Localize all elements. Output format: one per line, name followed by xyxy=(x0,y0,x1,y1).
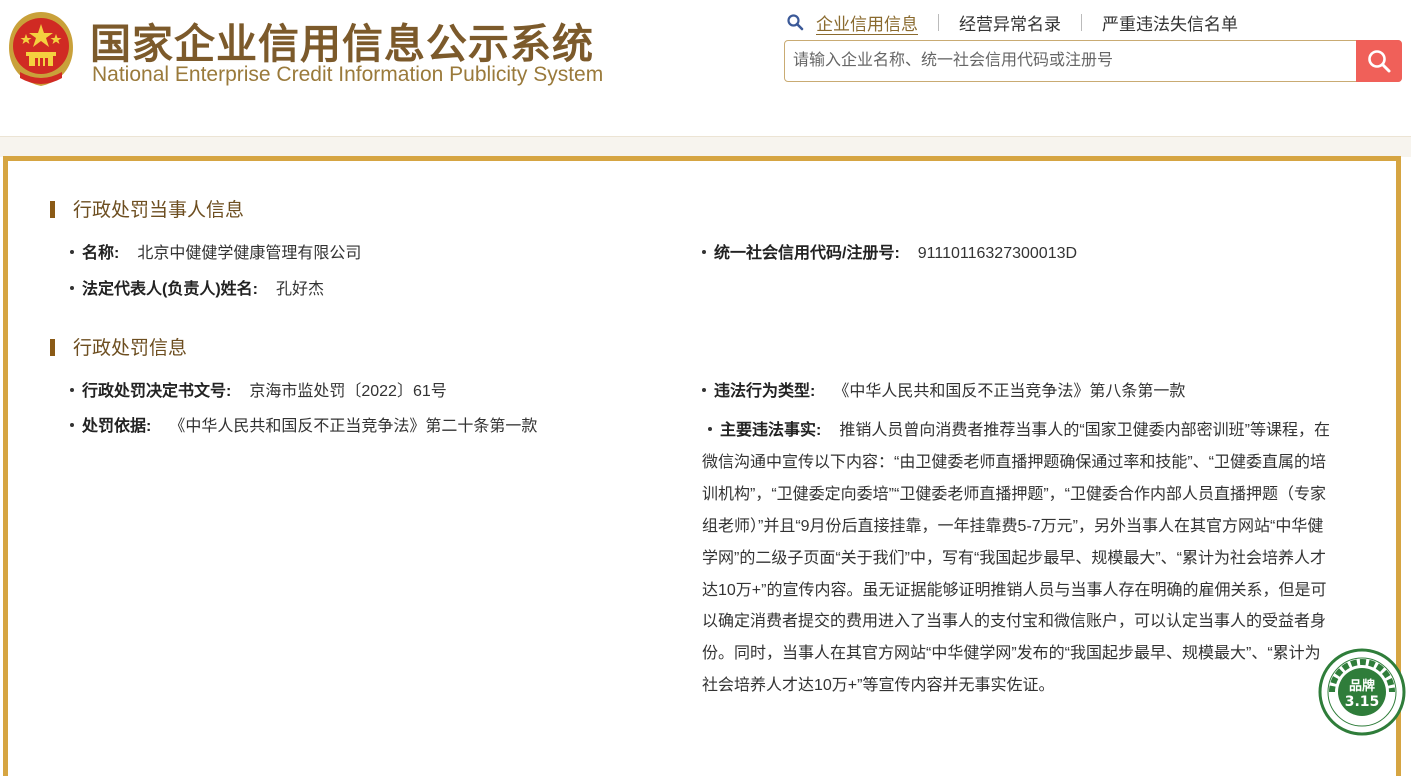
field-decision-number: 行政处罚决定书文号: 京海市监处罚〔2022〕61号 xyxy=(70,377,447,401)
section-title-text: 行政处罚当事人信息 xyxy=(73,200,245,221)
bullet-dot xyxy=(70,423,74,427)
field-credit-code: 统一社会信用代码/注册号: 91110116327300013D xyxy=(702,239,1077,263)
site-header: 国家企业信用信息公示系统 National Enterprise Credit … xyxy=(0,0,1411,136)
field-violation-type: 违法行为类型: 《中华人民共和国反不正当竞争法》第八条第一款 xyxy=(702,377,1185,401)
field-label: 主要违法事实: xyxy=(720,422,822,439)
magnifier-icon xyxy=(787,14,804,31)
field-label: 处罚依据: xyxy=(82,418,152,435)
field-label: 行政处罚决定书文号: xyxy=(82,383,232,400)
field-value: 《中华人民共和国反不正当竞争法》第二十条第一款 xyxy=(169,418,538,435)
search-icon xyxy=(1368,50,1391,73)
site-title-cn: 国家企业信用信息公示系统 xyxy=(90,21,594,67)
badge-main-text: 品牌 xyxy=(1349,678,1375,694)
site-title-en: National Enterprise Credit Information P… xyxy=(92,63,604,86)
field-value: 推销人员曾向消费者推荐当事人的“国家卫健委内部密训班”等课程，在微信沟通中宣传以… xyxy=(702,422,1331,695)
brand-315-badge-icon[interactable]: 品牌 3.15 xyxy=(1318,648,1406,736)
field-label: 违法行为类型: xyxy=(714,383,816,400)
field-label: 法定代表人(负责人)姓名: xyxy=(82,281,258,298)
nav-link-abnormal-list[interactable]: 经营异常名录 xyxy=(959,10,1061,35)
section-marker xyxy=(50,201,55,218)
field-penalty-basis: 处罚依据: 《中华人民共和国反不正当竞争法》第二十条第一款 xyxy=(70,412,537,436)
bullet-dot xyxy=(708,427,712,431)
nav-link-enterprise-credit[interactable]: 企业信用信息 xyxy=(816,10,918,35)
bullet-dot xyxy=(70,250,74,254)
field-value: 《中华人民共和国反不正当竞争法》第八条第一款 xyxy=(833,383,1186,400)
section-title-text: 行政处罚信息 xyxy=(73,338,188,359)
section-marker xyxy=(50,339,55,356)
penalty-detail-panel: 行政处罚当事人信息 名称: 北京中健健学健康管理有限公司 统一社会信用代码/注册号… xyxy=(3,156,1401,776)
badge-sub-text: 3.15 xyxy=(1345,694,1380,710)
header-divider xyxy=(0,136,1411,157)
bullet-dot xyxy=(702,250,706,254)
section-title-party: 行政处罚当事人信息 xyxy=(50,195,244,222)
field-main-facts: 主要违法事实: 推销人员曾向消费者推荐当事人的“国家卫健委内部密训班”等课程，在微… xyxy=(702,415,1332,702)
field-name: 名称: 北京中健健学健康管理有限公司 xyxy=(70,239,361,263)
bullet-dot xyxy=(702,388,706,392)
bullet-dot xyxy=(70,286,74,290)
bullet-dot xyxy=(70,388,74,392)
field-legal-representative: 法定代表人(负责人)姓名: 孔好杰 xyxy=(70,275,324,299)
field-label: 名称: xyxy=(82,245,120,262)
section-title-penalty: 行政处罚信息 xyxy=(50,333,187,360)
search-box xyxy=(784,40,1402,82)
field-value: 北京中健健学健康管理有限公司 xyxy=(137,245,362,262)
national-emblem-icon xyxy=(9,12,73,86)
nav-link-serious-violation-list[interactable]: 严重违法失信名单 xyxy=(1102,10,1238,35)
field-value: 91110116327300013D xyxy=(917,245,1078,262)
nav-divider xyxy=(1081,13,1082,31)
search-input[interactable] xyxy=(785,41,1355,81)
nav-divider xyxy=(938,13,939,31)
field-value: 孔好杰 xyxy=(276,281,325,298)
search-button[interactable] xyxy=(1356,40,1402,82)
field-label: 统一社会信用代码/注册号: xyxy=(714,245,900,262)
field-value: 京海市监处罚〔2022〕61号 xyxy=(249,383,447,400)
top-nav: 企业信用信息 经营异常名录 严重违法失信名单 xyxy=(786,10,1238,34)
